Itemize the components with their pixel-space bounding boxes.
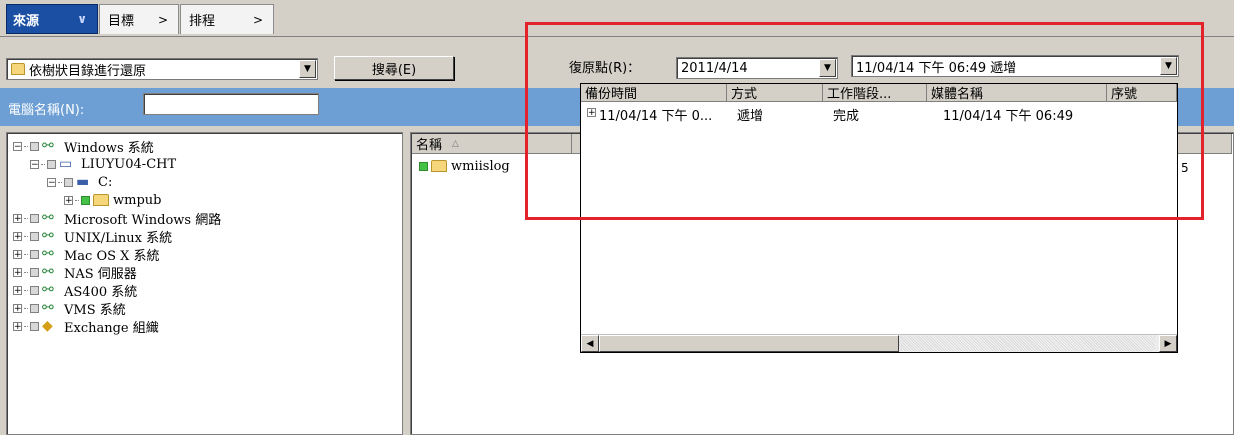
search-button[interactable]: 搜尋(E) — [334, 56, 454, 80]
checkbox[interactable] — [419, 161, 428, 171]
tree-item[interactable]: − ▭ LIUYU04-CHT — [13, 155, 398, 173]
computer-name-input[interactable] — [143, 93, 319, 115]
expand-icon[interactable]: + — [13, 303, 22, 313]
network-icon: ⚯ — [42, 282, 54, 298]
checkbox[interactable] — [30, 267, 39, 277]
tree-item-label: Mac OS X 系統 — [64, 248, 160, 264]
tree-item-label: C: — [98, 174, 113, 190]
sort-asc-icon: △ — [452, 138, 459, 149]
tree-item[interactable]: + wmpub — [13, 191, 398, 209]
tree-item[interactable]: − ⚯ Windows 系統 — [13, 137, 398, 156]
checkbox[interactable] — [30, 321, 39, 331]
expand-icon[interactable]: + — [13, 285, 22, 295]
tree-item[interactable]: + ⚯ UNIX/Linux 系統 — [13, 227, 398, 246]
checkbox[interactable] — [81, 195, 90, 205]
tree-connector — [41, 163, 45, 165]
source-tree: − ⚯ Windows 系統 − ▭ LIUYU04-CHT − ▬ C: + wmpub + ⚯ Mic… — [6, 132, 403, 435]
tree-item-label: LIUYU04-CHT — [81, 156, 177, 172]
tree-item-label: Windows 系統 — [64, 140, 154, 156]
collapse-icon[interactable]: − — [47, 177, 56, 187]
chevron-down-icon: ∨ — [77, 12, 87, 26]
expand-icon[interactable]: + — [13, 267, 22, 277]
tab-destination[interactable]: 目標 > — [99, 4, 179, 34]
checkbox[interactable] — [30, 303, 39, 313]
tree-connector — [24, 289, 28, 291]
tab-source[interactable]: 來源 ∨ — [6, 4, 98, 34]
tree-item-label: AS400 系統 — [64, 284, 138, 300]
network-icon: ⚯ — [42, 264, 54, 280]
tree-connector — [24, 325, 28, 327]
tree-connector — [24, 271, 28, 273]
collapse-icon[interactable]: − — [13, 141, 22, 151]
tree-item[interactable]: + ⚯ Microsoft Windows 網路 — [13, 209, 398, 228]
tree-item-label: UNIX/Linux 系統 — [64, 230, 173, 246]
list-item[interactable]: wmiislog — [419, 157, 510, 175]
scroll-right-icon[interactable]: ▶ — [1159, 335, 1177, 352]
scroll-track[interactable] — [899, 336, 1155, 351]
network-icon: ⚯ — [42, 300, 54, 316]
tab-source-label: 來源 — [13, 13, 40, 29]
expand-icon[interactable]: + — [13, 231, 22, 241]
restore-mode-select[interactable]: 依樹狀目錄進行還原 ▼ — [6, 58, 318, 80]
folder-icon — [431, 160, 447, 172]
network-icon: ⚯ — [42, 138, 54, 154]
tree-item[interactable]: + ⚯ AS400 系統 — [13, 281, 398, 300]
horizontal-scrollbar[interactable]: ◀ ▶ — [581, 334, 1177, 352]
tree-item[interactable]: − ▬ C: — [13, 173, 398, 191]
checkbox[interactable] — [30, 249, 39, 259]
expand-icon[interactable]: + — [13, 249, 22, 259]
folder-icon — [93, 194, 109, 206]
collapse-icon[interactable]: − — [30, 159, 39, 169]
tree-item[interactable]: + ⚯ Mac OS X 系統 — [13, 245, 398, 264]
tree-item[interactable]: + ◆ Exchange 組織 — [13, 317, 398, 336]
tree-connector — [24, 145, 28, 147]
tree-connector — [58, 181, 62, 183]
checkbox[interactable] — [30, 213, 39, 223]
tree-item[interactable]: + ⚯ VMS 系統 — [13, 299, 398, 318]
drive-icon: ▬ — [76, 174, 90, 190]
computer-icon: ▭ — [59, 156, 73, 172]
checkbox[interactable] — [30, 231, 39, 241]
tree-item-label: VMS 系統 — [64, 302, 126, 318]
tab-schedule-label: 排程 — [189, 14, 216, 29]
checkbox[interactable] — [30, 285, 39, 295]
tree-item-label: wmpub — [113, 192, 162, 208]
folder-icon — [11, 63, 25, 75]
network-icon: ⚯ — [42, 228, 54, 244]
network-icon: ⚯ — [42, 210, 54, 226]
chevron-down-icon[interactable]: ▼ — [299, 60, 316, 78]
tree-item-label: Microsoft Windows 網路 — [64, 212, 222, 228]
expand-icon[interactable]: + — [64, 195, 73, 205]
tab-destination-label: 目標 — [108, 14, 135, 29]
column-header-name-label: 名稱 — [416, 138, 443, 153]
chevron-right-icon: > — [157, 12, 168, 27]
exchange-icon: ◆ — [42, 318, 53, 334]
network-icon: ⚯ — [42, 246, 54, 262]
checkbox[interactable] — [47, 159, 56, 169]
scroll-thumb[interactable] — [599, 335, 899, 352]
computer-name-label: 電腦名稱(N): — [8, 103, 85, 118]
expand-icon[interactable]: + — [13, 321, 22, 331]
chevron-right-icon: > — [252, 12, 263, 27]
expand-icon[interactable]: + — [13, 213, 22, 223]
checkbox[interactable] — [64, 177, 73, 187]
tree-connector — [24, 235, 28, 237]
restore-mode-value: 依樹狀目錄進行還原 — [29, 63, 147, 79]
tree-connector — [24, 217, 28, 219]
scroll-left-icon[interactable]: ◀ — [581, 335, 599, 352]
tree-connector — [24, 307, 28, 309]
tab-schedule[interactable]: 排程 > — [180, 4, 274, 34]
checkbox[interactable] — [30, 141, 39, 151]
tree-connector — [75, 199, 79, 201]
tree-item-label: Exchange 組織 — [64, 320, 159, 336]
tree-connector — [24, 253, 28, 255]
tree-item[interactable]: + ⚯ NAS 伺服器 — [13, 263, 398, 282]
tree-item-label: NAS 伺服器 — [64, 266, 137, 282]
highlight-box — [525, 22, 1204, 220]
list-item-name: wmiislog — [451, 158, 510, 174]
